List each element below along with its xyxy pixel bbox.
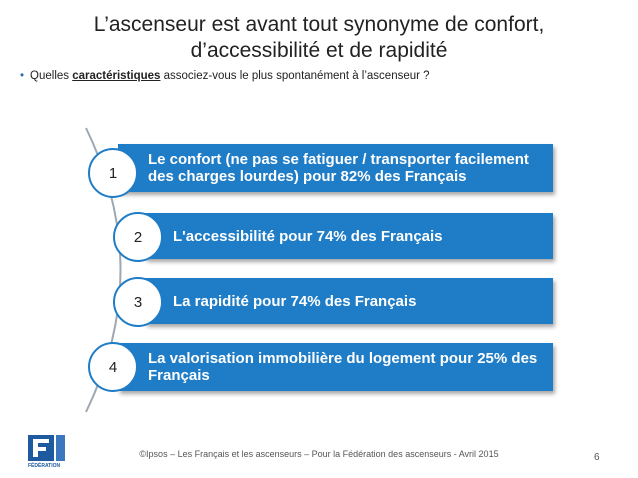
list-item-3-number: 3 [113,277,163,327]
list-item-1-bar: Le confort (ne pas se fatiguer / transpo… [118,144,553,192]
question-keyword: caractéristiques [72,70,161,82]
list-item-2-text: L'accessibilité pour 74% des Français [173,227,443,245]
list-item-4-number: 4 [88,342,138,392]
list-item-1-number: 1 [88,148,138,198]
list-item-1-text: Le confort (ne pas se fatiguer / transpo… [148,151,529,185]
list-item-4-text: La valorisation immobilière du logement … [148,350,538,384]
logo-caption: FÉDÉRATION [28,463,61,469]
bullet-dot-icon: • [20,70,25,82]
question-bullet: • Quelles caractéristiques associez-vous … [20,70,430,82]
slide-title: L’ascenseur est avant tout synonyme de c… [0,12,638,64]
list-item-2-bar: L'accessibilité pour 74% des Français [145,213,553,259]
question-prefix: Quelles [30,70,73,82]
list-item-4-bar: La valorisation immobilière du logement … [118,343,553,391]
slide-title-line-1: L’ascenseur est avant tout synonyme de c… [93,13,545,36]
question-suffix: associez-vous le plus spontanément à l’a… [160,70,430,82]
slide-title-line-2: d’accessibilité et de rapidité [190,39,448,62]
list-item-3-text: La rapidité pour 74% des Français [173,292,417,310]
footer-credit: ©Ipsos – Les Français et les ascenseurs … [139,449,499,459]
list-item-3-bar: La rapidité pour 74% des Français [145,278,553,324]
page-number: 6 [594,452,600,463]
list-item-2-number: 2 [113,212,163,262]
